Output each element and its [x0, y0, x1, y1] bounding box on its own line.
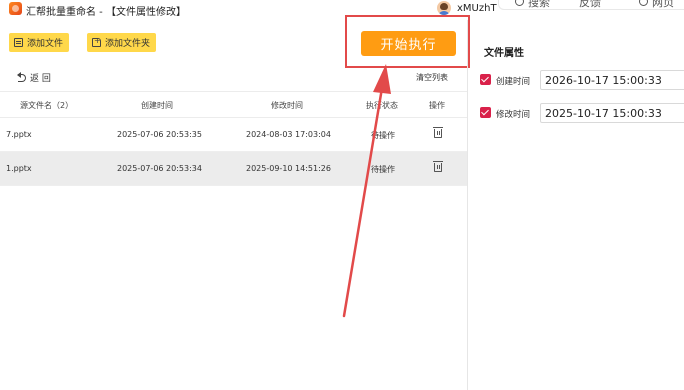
header-status: 执行状态: [366, 101, 398, 110]
cell-created: 2025-07-06 20:53:35: [117, 130, 202, 139]
header-action: 操作: [429, 101, 445, 110]
cell-created: 2025-07-06 20:53:34: [117, 164, 202, 173]
created-time-checkbox[interactable]: [480, 74, 491, 85]
overlay-search[interactable]: 搜索: [528, 0, 550, 9]
user-name[interactable]: xMUzhTi: [457, 3, 497, 14]
back-label: 返 回: [30, 74, 51, 84]
user-avatar[interactable]: [437, 1, 451, 15]
add-folder-button[interactable]: 添加文件夹: [87, 33, 157, 52]
header-created: 创建时间: [141, 101, 173, 110]
file-table: 源文件名（2） 创建时间 修改时间 执行状态 操作 7.pptx 2025-07…: [0, 91, 467, 186]
created-time-row: 创建时间: [480, 70, 684, 90]
table-row[interactable]: 7.pptx 2025-07-06 20:53:35 2024-08-03 17…: [0, 118, 467, 152]
panel-divider: [467, 20, 468, 390]
attributes-title: 文件属性: [484, 48, 524, 59]
cell-modified: 2025-09-10 14:51:26: [246, 164, 331, 173]
table-header: 源文件名（2） 创建时间 修改时间 执行状态 操作: [0, 91, 467, 118]
header-modified: 修改时间: [271, 101, 303, 110]
overlay-web[interactable]: 网页: [652, 0, 674, 9]
cell-modified: 2024-08-03 17:03:04: [246, 130, 331, 139]
modified-time-input[interactable]: [540, 103, 684, 123]
folder-add-icon: [92, 36, 101, 47]
start-execute-button[interactable]: 开始执行: [361, 31, 456, 56]
modified-time-checkbox[interactable]: [480, 107, 491, 118]
header-filename: 源文件名（2）: [20, 101, 74, 110]
add-file-button[interactable]: 添加文件: [9, 33, 70, 52]
add-folder-label: 添加文件夹: [105, 39, 151, 49]
app-window: 汇帮批量重命名 - 【文件属性修改】 xMUzhTi 搜索 反馈 网页 添加文件…: [0, 0, 684, 390]
search-icon[interactable]: [515, 0, 524, 6]
app-logo-icon: [9, 2, 22, 15]
back-arrow-icon: [17, 72, 26, 82]
delete-icon[interactable]: [433, 127, 443, 138]
top-overlay-menu: 搜索 反馈 网页: [498, 0, 684, 10]
created-time-input[interactable]: [540, 70, 684, 90]
cell-status: 待操作: [371, 165, 395, 174]
cell-status: 待操作: [371, 131, 395, 140]
cell-filename: 1.pptx: [6, 164, 32, 173]
cell-filename: 7.pptx: [6, 130, 32, 139]
modified-time-label: 修改时间: [496, 110, 531, 120]
window-title: 汇帮批量重命名 - 【文件属性修改】: [26, 7, 186, 18]
add-file-label: 添加文件: [27, 39, 64, 49]
modified-time-row: 修改时间: [480, 103, 684, 123]
table-row[interactable]: 1.pptx 2025-07-06 20:53:34 2025-09-10 14…: [0, 152, 467, 186]
clear-list-button[interactable]: 清空列表: [416, 72, 448, 83]
overlay-feedback[interactable]: 反馈: [579, 0, 601, 9]
annotation-arrow: [342, 64, 391, 318]
created-time-label: 创建时间: [496, 77, 531, 87]
file-icon: [14, 38, 23, 47]
back-button[interactable]: 返 回: [17, 71, 51, 84]
web-icon[interactable]: [639, 0, 648, 6]
delete-icon[interactable]: [433, 161, 443, 172]
